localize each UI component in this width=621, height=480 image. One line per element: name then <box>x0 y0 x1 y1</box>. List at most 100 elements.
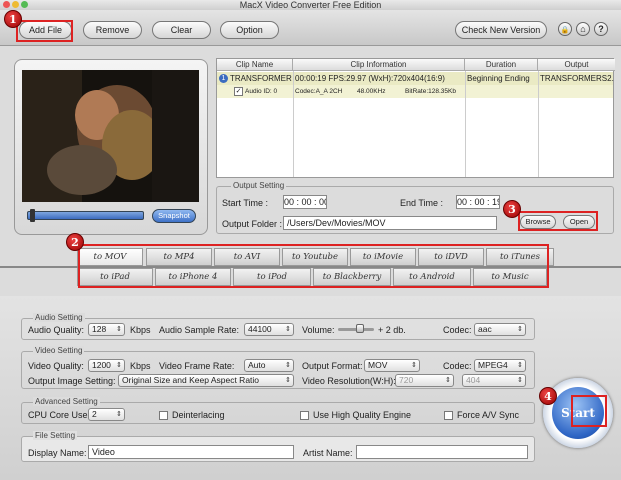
close-window-button[interactable] <box>3 1 10 8</box>
video-setting-legend: Video Setting <box>33 346 85 355</box>
clip-table: Clip Name Clip Information Duration Outp… <box>216 58 615 178</box>
video-preview <box>22 70 199 202</box>
check-new-version-button[interactable]: Check New Version <box>455 21 547 39</box>
tab-to-android[interactable]: to Android <box>393 268 471 286</box>
output-folder-field[interactable]: /Users/Dev/Movies/MOV <box>283 216 497 230</box>
app-window: MacX Video Converter Free Edition Add Fi… <box>0 0 621 480</box>
home-icon[interactable]: ⌂ <box>576 22 590 36</box>
video-resolution-width[interactable]: 720 ⇕ <box>395 374 454 387</box>
audio-bitrate: BitRate:128.35Kb <box>405 88 456 95</box>
tab-to-itunes[interactable]: to iTunes <box>486 248 554 266</box>
tab-to-avi[interactable]: to AVI <box>214 248 280 266</box>
tab-to-mov[interactable]: to MOV <box>77 248 143 266</box>
artist-name-field[interactable] <box>356 445 528 459</box>
output-setting-legend: Output Setting <box>231 181 287 190</box>
step-badge-4: 4 <box>539 387 557 405</box>
title-bar: MacX Video Converter Free Edition <box>0 0 621 10</box>
cpu-core-use-select[interactable]: 2 ⇕ <box>88 408 125 421</box>
force-av-sync-label: Force A/V Sync <box>457 410 520 420</box>
clip-info: 00:00:19 FPS:29.97 (WxH):720x404(16:9) <box>295 74 445 83</box>
end-time-label: End Time : <box>400 198 444 208</box>
col-divider <box>465 71 466 177</box>
tab-to-ipad[interactable]: to iPad <box>77 268 153 286</box>
audio-quality-select[interactable]: 128 ⇕ <box>88 323 125 336</box>
start-time-label: Start Time : <box>222 198 269 208</box>
tab-to-blackberry[interactable]: to Blackberry <box>313 268 391 286</box>
audio-codec-select[interactable]: aac ⇕ <box>474 323 526 336</box>
audio-id: Audio ID: 0 <box>245 88 278 95</box>
help-icon[interactable]: ? <box>594 22 608 36</box>
preview-progress-bar[interactable] <box>27 211 144 220</box>
col-clip-information[interactable]: Clip Information <box>293 59 465 71</box>
output-format-select[interactable]: MOV ⇕ <box>364 359 420 372</box>
clip-output: TRANSFORMERS2. <box>540 74 614 83</box>
tab-to-music[interactable]: to Music <box>473 268 547 286</box>
clip-index-badge: 1 <box>219 74 228 83</box>
clip-duration: Beginning Ending <box>467 74 530 83</box>
video-resolution-height[interactable]: 404 ⇕ <box>462 374 526 387</box>
end-time-field[interactable]: 00 : 00 : 19 <box>456 195 500 209</box>
start-time-field[interactable]: 00 : 00 : 00 <box>283 195 327 209</box>
deinterlacing-checkbox[interactable] <box>159 411 168 420</box>
step-badge-1: 1 <box>4 10 22 28</box>
tab-to-idvd[interactable]: to iDVD <box>418 248 484 266</box>
audio-sample-rate-label: Audio Sample Rate: <box>159 325 240 335</box>
col-duration[interactable]: Duration <box>465 59 538 71</box>
video-quality-label: Video Quality: <box>28 361 84 371</box>
lock-icon[interactable]: 🔒 <box>558 22 572 36</box>
advanced-setting-legend: Advanced Setting <box>33 397 100 406</box>
display-name-label: Display Name: <box>28 448 87 458</box>
audio-track-checkbox[interactable]: ✓ <box>234 87 243 96</box>
display-name-field[interactable]: Video <box>88 445 294 459</box>
audio-codec-label: Codec: <box>443 325 472 335</box>
col-divider <box>538 71 539 177</box>
video-kbps-label: Kbps <box>130 361 151 371</box>
window-controls <box>3 0 30 10</box>
audio-quality-label: Audio Quality: <box>28 325 85 335</box>
audio-sample-rate-select[interactable]: 44100 ⇕ <box>244 323 294 336</box>
high-quality-engine-checkbox[interactable] <box>300 411 309 420</box>
audio-codec: Codec:A_A 2CH <box>295 88 343 95</box>
force-av-sync-checkbox[interactable] <box>444 411 453 420</box>
file-setting-legend: File Setting <box>33 431 78 440</box>
video-codec-label: Codec: <box>443 361 472 371</box>
output-format-label: Output Format: <box>302 361 363 371</box>
volume-slider-handle[interactable] <box>356 324 364 333</box>
open-button[interactable]: Open <box>563 215 595 229</box>
add-file-button[interactable]: Add File <box>19 21 72 39</box>
tab-to-imovie[interactable]: to iMovie <box>350 248 416 266</box>
start-button[interactable]: Start <box>552 387 604 439</box>
volume-label: Volume: <box>302 325 335 335</box>
tab-to-ipod[interactable]: to iPod <box>233 268 311 286</box>
preview-progress-handle[interactable] <box>30 209 36 222</box>
video-frame-rate-label: Video Frame Rate: <box>159 361 235 371</box>
tab-to-youtube[interactable]: to Youtube <box>282 248 348 266</box>
col-divider <box>293 71 294 177</box>
clear-button[interactable]: Clear <box>152 21 211 39</box>
audio-frequency: 48.00KHz <box>357 88 386 95</box>
output-folder-label: Output Folder : <box>222 219 283 229</box>
artist-name-label: Artist Name: <box>303 448 353 458</box>
zoom-window-button[interactable] <box>21 1 28 8</box>
browse-button[interactable]: Browse <box>520 215 556 229</box>
col-clip-name[interactable]: Clip Name <box>217 59 293 71</box>
video-resolution-label: Video Resolution(W:H): <box>302 376 396 386</box>
volume-value: + 2 db. <box>378 325 406 335</box>
audio-setting-legend: Audio Setting <box>33 313 85 322</box>
step-badge-2: 2 <box>66 233 84 251</box>
video-codec-select[interactable]: MPEG4 ⇕ <box>474 359 526 372</box>
output-image-setting-select[interactable]: Original Size and Keep Aspect Ratio ⇕ <box>118 374 294 387</box>
minimize-window-button[interactable] <box>12 1 19 8</box>
col-output[interactable]: Output <box>538 59 615 71</box>
remove-button[interactable]: Remove <box>83 21 142 39</box>
clip-name: TRANSFORMERS <box>230 74 292 83</box>
tab-to-iphone-4[interactable]: to iPhone 4 <box>155 268 231 286</box>
tab-to-mp4[interactable]: to MP4 <box>146 248 212 266</box>
audio-kbps-label: Kbps <box>130 325 151 335</box>
high-quality-engine-label: Use High Quality Engine <box>313 410 412 420</box>
snapshot-button[interactable]: Snapshot <box>152 209 196 223</box>
video-frame-image <box>22 70 199 202</box>
video-frame-rate-select[interactable]: Auto ⇕ <box>244 359 294 372</box>
option-button[interactable]: Option <box>220 21 279 39</box>
video-quality-select[interactable]: 1200 ⇕ <box>88 359 125 372</box>
